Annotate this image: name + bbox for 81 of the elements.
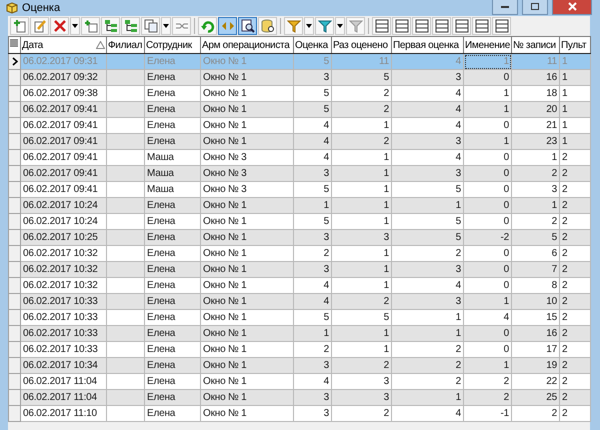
copy-icon — [144, 19, 158, 33]
column-header[interactable]: Сотрудник — [144, 36, 200, 54]
pencil-icon — [32, 19, 46, 33]
table-cell: 3 — [294, 406, 332, 422]
table-cell: 4 — [392, 406, 464, 422]
column-header[interactable]: № записи — [512, 36, 560, 54]
layout-icon — [494, 19, 508, 33]
maximize-icon — [531, 3, 539, 10]
minimize-button[interactable] — [492, 0, 518, 15]
filter-icon — [348, 19, 362, 33]
copy-row-icon — [84, 19, 98, 33]
caret-icon — [337, 24, 343, 28]
cube-icon — [6, 2, 18, 14]
dropdown-button[interactable] — [304, 17, 314, 35]
tree-icon — [124, 19, 138, 33]
column-header[interactable]: Филиал — [106, 36, 144, 54]
table-cell: 2 — [560, 406, 590, 422]
column-label: Дата — [22, 40, 43, 50]
column-label: Первая оценка — [393, 40, 459, 50]
toolbar-button[interactable] — [432, 17, 451, 35]
column-label: Оценка — [295, 40, 328, 50]
search-icon — [240, 19, 254, 33]
table-cell: -1 — [464, 406, 512, 422]
left-right-arrows-icon — [220, 19, 234, 33]
minimize-icon — [501, 6, 509, 8]
caret-icon — [306, 24, 312, 28]
column-header[interactable]: Пульт — [560, 36, 590, 54]
dropdown-button[interactable] — [335, 17, 345, 35]
window-title: Оценка — [22, 2, 62, 14]
toolbar-button[interactable] — [372, 17, 391, 35]
column-label: Филиал — [108, 40, 142, 50]
table-cell: 2 — [332, 406, 392, 422]
column-header[interactable]: Оценка — [294, 36, 332, 54]
toolbar-button[interactable] — [392, 17, 411, 35]
dropdown-button[interactable] — [161, 17, 171, 35]
close-button[interactable] — [552, 0, 592, 15]
refresh-icon — [200, 19, 214, 33]
add-document-icon — [12, 19, 26, 33]
caret-icon — [163, 24, 169, 28]
layout-icon — [394, 19, 408, 33]
column-chooser-header[interactable] — [8, 36, 20, 54]
layout-icon — [434, 19, 448, 33]
row-pointer-icon — [12, 57, 18, 66]
column-header[interactable]: Первая оценка — [392, 36, 464, 54]
column-header[interactable]: Дата — [20, 36, 106, 54]
column-header[interactable]: Раз оценено — [332, 36, 392, 54]
toolbar-button[interactable] — [412, 17, 431, 35]
close-icon — [568, 2, 576, 11]
column-header[interactable]: Именение — [464, 36, 512, 54]
layout-icon — [454, 19, 468, 33]
column-header[interactable]: Арм операциониста — [200, 36, 294, 54]
list-icon — [10, 39, 18, 48]
table-cell: 1 — [464, 54, 512, 70]
toolbar-button[interactable] — [238, 17, 257, 35]
column-label: Именение — [465, 40, 510, 50]
column-label: Пульт — [561, 40, 586, 50]
caret-icon — [72, 24, 78, 28]
tree-icon — [104, 19, 118, 33]
toolbar-button[interactable] — [121, 17, 140, 35]
dropdown-button[interactable] — [70, 17, 80, 35]
table-cell: 2 — [512, 406, 560, 422]
database-icon — [260, 19, 274, 33]
column-label: Раз оценено — [333, 40, 388, 50]
toolbar-button[interactable] — [101, 17, 120, 35]
layout-icon — [474, 19, 488, 33]
table-cell: 06.02.2017 11:10 — [20, 406, 106, 422]
toolbar-button[interactable] — [452, 17, 471, 35]
column-label: Арм операциониста — [202, 40, 290, 50]
table-cell: Окно № 1 — [200, 406, 294, 422]
column-label: Сотрудник — [146, 40, 192, 50]
layout-icon — [414, 19, 428, 33]
column-label: № записи — [513, 40, 556, 50]
toolbar-button[interactable] — [472, 17, 491, 35]
table-cell: Елена — [144, 406, 200, 422]
maximize-button[interactable] — [522, 0, 548, 15]
layout-icon — [374, 19, 388, 33]
filter-icon — [286, 19, 300, 33]
delete-icon — [52, 19, 66, 33]
toolbar-button[interactable] — [492, 17, 511, 35]
filter-icon — [318, 19, 332, 33]
toolbar-button[interactable] — [258, 17, 277, 35]
